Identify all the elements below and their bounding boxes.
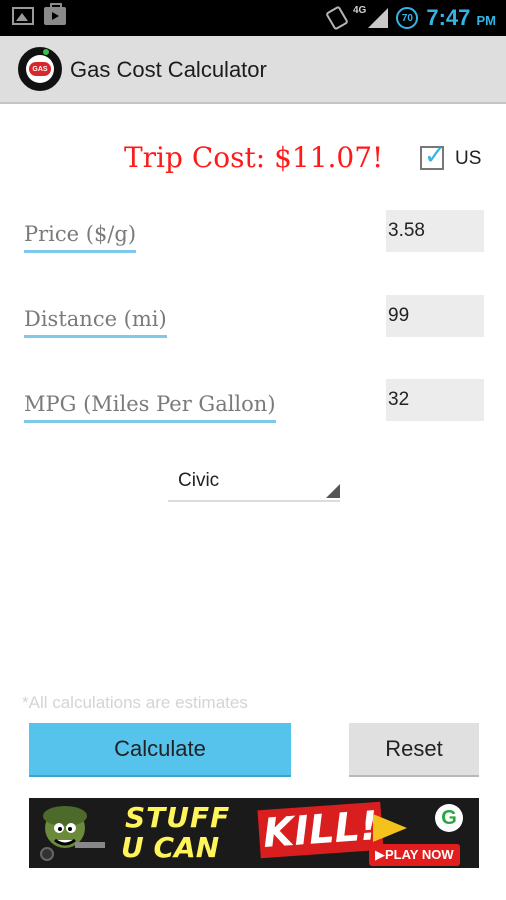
ad-character-image [40, 806, 105, 861]
ad-headline-1: STUFF [125, 801, 231, 834]
disclaimer-text: *All calculations are estimates [22, 693, 248, 712]
status-bar: 4G 70 7:47 PM [0, 0, 506, 36]
mpg-label: MPG (Miles Per Gallon) [24, 392, 276, 423]
price-input[interactable]: 3.58 [386, 210, 484, 252]
us-units-checkbox[interactable]: ✓ [420, 142, 446, 170]
app-logo-icon[interactable]: GAS [18, 47, 62, 91]
battery-level: 70 [401, 12, 413, 24]
calculate-button[interactable]: Calculate [29, 723, 291, 777]
vibrate-icon [325, 5, 349, 31]
ad-arrow-icon [373, 814, 407, 842]
distance-input[interactable]: 99 [386, 295, 484, 337]
picture-icon [12, 7, 34, 25]
spinner-arrow-icon [326, 484, 340, 498]
vehicle-spinner[interactable]: Civic [168, 462, 340, 502]
trip-cost-result: Trip Cost: $11.07! [124, 141, 384, 174]
mpg-input[interactable]: 32 [386, 379, 484, 421]
ad-headline-3: KILL! [257, 801, 384, 859]
app-logo-text: GAS [29, 62, 51, 76]
price-label: Price ($/g) [24, 222, 137, 253]
vehicle-spinner-value: Civic [178, 470, 220, 491]
play-store-icon [44, 3, 66, 25]
ad-badge-icon: G [435, 804, 463, 832]
clock-ampm: PM [476, 13, 497, 28]
clock: 7:47 PM [426, 5, 496, 31]
checkmark-icon: ✓ [424, 140, 446, 170]
action-bar: GAS Gas Cost Calculator [0, 36, 506, 104]
us-units-label[interactable]: US [455, 148, 481, 170]
reset-button[interactable]: Reset [349, 723, 479, 777]
signal-icon [368, 8, 389, 28]
ad-headline-2: U CAN [121, 831, 220, 864]
clock-time: 7:47 [426, 5, 471, 30]
ad-banner[interactable]: STUFF U CAN KILL! G ▶PLAY NOW [29, 798, 479, 868]
battery-icon: 70 [396, 7, 419, 29]
ad-play-now-button[interactable]: ▶PLAY NOW [369, 844, 460, 866]
network-type: 4G [352, 4, 367, 16]
distance-label: Distance (mi) [24, 307, 167, 338]
app-title: Gas Cost Calculator [70, 57, 267, 82]
